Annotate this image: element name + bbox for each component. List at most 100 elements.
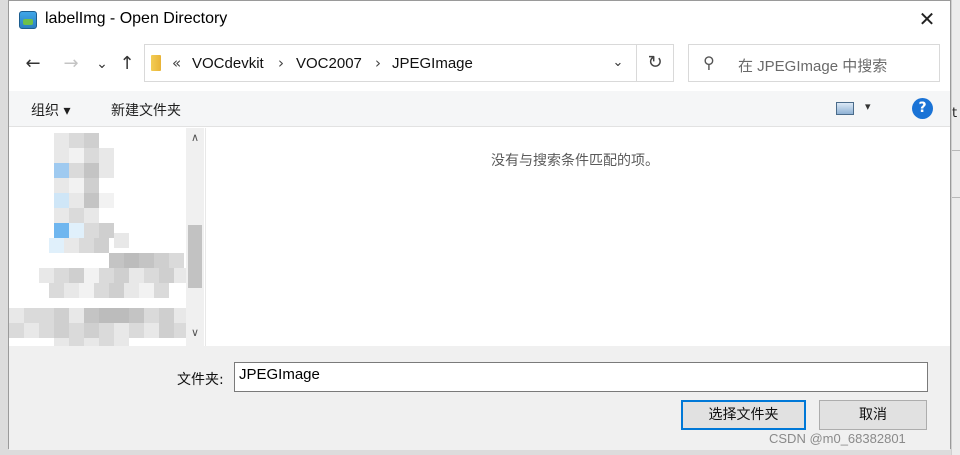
mosaic-cell (64, 283, 79, 298)
mosaic-cell (84, 193, 99, 208)
refresh-button[interactable]: ↻ (636, 44, 674, 82)
title-bar: labelImg - Open Directory ✕ (9, 1, 950, 39)
mosaic-cell (109, 253, 124, 268)
background-divider (952, 150, 960, 198)
mosaic-cell (144, 323, 159, 338)
folder-label: 文件夹: (177, 372, 224, 388)
mosaic-cell (129, 323, 144, 338)
mosaic-cell (139, 283, 154, 298)
breadcrumb-item-vocdevkit[interactable]: VOCdevkit (192, 55, 264, 72)
mosaic-cell (169, 253, 184, 268)
mosaic-cell (99, 268, 114, 283)
mosaic-cell (99, 223, 114, 238)
mosaic-cell (99, 148, 114, 163)
breadcrumb-item-voc2007[interactable]: VOC2007 (296, 55, 362, 72)
mosaic-cell (39, 268, 54, 283)
mosaic-cell (69, 163, 84, 178)
back-button[interactable]: ← (19, 51, 47, 77)
mosaic-cell (99, 338, 114, 346)
mosaic-cell (79, 238, 94, 253)
address-bar[interactable]: « VOCdevkit › VOC2007 › JPEGImage ⌄ (144, 44, 674, 82)
mosaic-cell (49, 238, 64, 253)
mosaic-cell (139, 253, 154, 268)
mosaic-cell (84, 208, 99, 223)
breadcrumb-separator[interactable]: › (278, 54, 284, 72)
tree-scrollbar[interactable]: ∧ ∨ (186, 128, 204, 346)
address-dropdown-button[interactable]: ⌄ (600, 45, 636, 81)
mosaic-cell (79, 283, 94, 298)
mosaic-cell (54, 133, 69, 148)
scroll-down-button[interactable]: ∨ (186, 326, 204, 339)
mosaic-cell (109, 283, 124, 298)
mosaic-cell (84, 338, 99, 346)
navigation-tree-pane[interactable]: ∧ ∨ (9, 128, 205, 346)
mosaic-cell (54, 308, 69, 323)
mosaic-cell (54, 178, 69, 193)
scroll-up-button[interactable]: ∧ (186, 131, 204, 144)
mosaic-cell (159, 308, 174, 323)
mosaic-cell (84, 268, 99, 283)
forward-button[interactable]: → (57, 51, 85, 77)
mosaic-cell (54, 323, 69, 338)
mosaic-cell (69, 338, 84, 346)
view-options-icon[interactable] (836, 102, 854, 115)
organize-menu-button[interactable]: 组织 ▾ (31, 100, 70, 120)
mosaic-cell (24, 308, 39, 323)
mosaic-cell (84, 178, 99, 193)
navigation-bar: ← → ⌄ ↑ « VOCdevkit › VOC2007 › JPEGImag… (9, 41, 950, 87)
open-directory-dialog: labelImg - Open Directory ✕ ← → ⌄ ↑ « VO… (8, 0, 951, 450)
new-folder-button[interactable]: 新建文件夹 (111, 100, 181, 120)
mosaic-cell (69, 208, 84, 223)
cancel-button[interactable]: 取消 (819, 400, 927, 430)
folder-icon (151, 55, 161, 71)
mosaic-cell (124, 283, 139, 298)
search-placeholder: 在 JPEGImage 中搜索 (738, 58, 888, 75)
folder-name-input[interactable]: JPEGImage (234, 362, 928, 392)
mosaic-cell (154, 253, 169, 268)
mosaic-cell (144, 308, 159, 323)
mosaic-cell (69, 308, 84, 323)
search-icon: ⚲ (703, 53, 715, 72)
mosaic-cell (114, 268, 129, 283)
mosaic-cell (54, 193, 69, 208)
mosaic-cell (84, 308, 99, 323)
mosaic-cell (69, 193, 84, 208)
dialog-footer: 文件夹: JPEGImage 选择文件夹 取消 CSDN @m0_6838280… (9, 346, 950, 450)
mosaic-cell (9, 323, 24, 338)
mosaic-cell (54, 268, 69, 283)
close-button[interactable]: ✕ (904, 1, 950, 37)
mosaic-cell (54, 163, 69, 178)
mosaic-cell (129, 308, 144, 323)
recent-locations-button[interactable]: ⌄ (88, 51, 116, 77)
mosaic-cell (84, 133, 99, 148)
empty-results-message: 没有与搜索条件匹配的项。 (491, 153, 659, 169)
mosaic-cell (159, 268, 174, 283)
mosaic-cell (39, 323, 54, 338)
background-window-edge: t (951, 0, 960, 455)
breadcrumb-item-jpegimage[interactable]: JPEGImage (392, 55, 473, 72)
search-input[interactable]: ⚲ 在 JPEGImage 中搜索 (688, 44, 940, 82)
select-folder-button[interactable]: 选择文件夹 (681, 400, 806, 430)
mosaic-cell (159, 323, 174, 338)
blurred-tree-items (9, 128, 189, 346)
mosaic-cell (94, 238, 109, 253)
mosaic-cell (69, 268, 84, 283)
breadcrumb-overflow[interactable]: « (172, 54, 181, 72)
mosaic-cell (114, 308, 129, 323)
mosaic-cell (84, 163, 99, 178)
mosaic-cell (99, 193, 114, 208)
breadcrumb-separator[interactable]: › (375, 54, 381, 72)
mosaic-cell (69, 323, 84, 338)
mosaic-cell (84, 148, 99, 163)
mosaic-cell (99, 308, 114, 323)
scrollbar-thumb[interactable] (188, 225, 202, 288)
mosaic-cell (64, 238, 79, 253)
mosaic-cell (24, 323, 39, 338)
help-icon[interactable]: ? (912, 98, 933, 119)
up-button[interactable]: ↑ (113, 51, 141, 77)
file-list-pane[interactable]: 没有与搜索条件匹配的项。 (205, 128, 950, 346)
csdn-watermark: CSDN @m0_68382801 (769, 431, 906, 446)
content-area: ∧ ∨ 没有与搜索条件匹配的项。 (9, 128, 950, 346)
view-options-dropdown[interactable]: ▾ (865, 100, 871, 113)
mosaic-cell (144, 268, 159, 283)
